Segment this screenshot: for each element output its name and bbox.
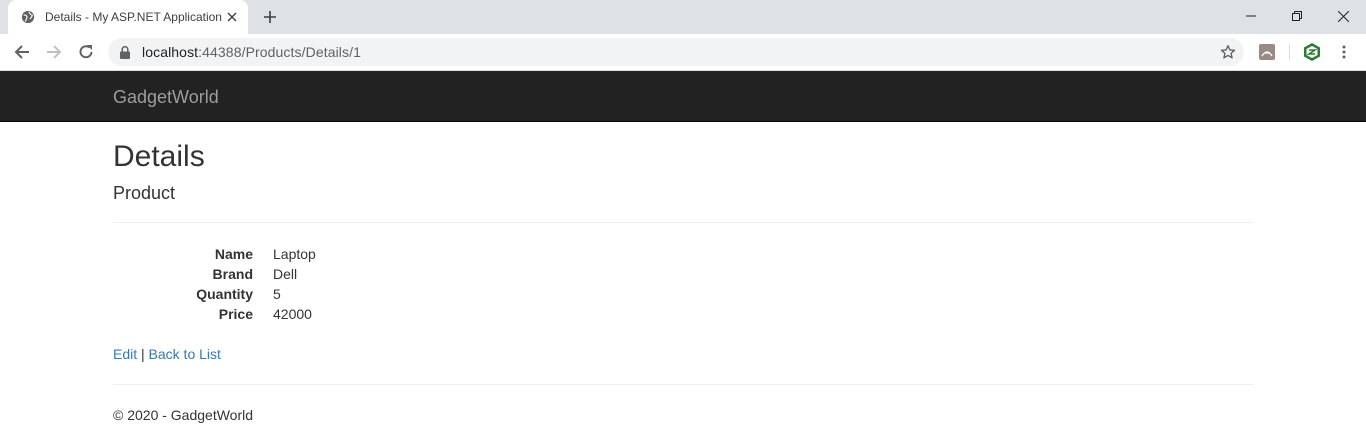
brand-link[interactable]: GadgetWorld	[113, 87, 219, 108]
minimize-icon[interactable]	[1228, 0, 1274, 32]
detail-value: 42000	[273, 306, 312, 322]
reload-icon[interactable]	[70, 36, 102, 68]
page-title: Details	[113, 140, 1253, 174]
more-vert-icon[interactable]	[1332, 40, 1356, 64]
pdf-extension-icon[interactable]	[1255, 40, 1279, 64]
detail-row-brand: Brand Dell	[113, 266, 1253, 286]
browser-toolbar: localhost:44388/Products/Details/1	[0, 34, 1366, 71]
detail-label: Quantity	[196, 286, 253, 302]
lock-icon[interactable]	[120, 45, 134, 59]
site-footer: © 2020 - GadgetWorld	[113, 407, 1253, 423]
detail-label: Price	[218, 306, 253, 322]
toolbar-divider	[1289, 44, 1290, 60]
restore-icon[interactable]	[1274, 0, 1320, 32]
address-bar[interactable]: localhost:44388/Products/Details/1	[108, 38, 1244, 66]
detail-row-quantity: Quantity 5	[113, 286, 1253, 306]
url-host: localhost	[142, 44, 199, 60]
link-separator: |	[141, 346, 145, 362]
window-close-icon[interactable]	[1320, 0, 1366, 32]
forward-arrow-icon[interactable]	[38, 36, 70, 68]
action-links: Edit | Back to List	[113, 346, 1253, 362]
footer-divider	[113, 384, 1253, 385]
url-path: :44388/Products/Details/1	[198, 44, 361, 60]
detail-row-name: Name Laptop	[113, 246, 1253, 266]
content-divider	[113, 222, 1253, 223]
green-extension-icon[interactable]	[1300, 40, 1324, 64]
footer-text: © 2020 - GadgetWorld	[113, 407, 254, 423]
detail-label: Brand	[212, 266, 253, 282]
detail-value: 5	[273, 286, 281, 302]
star-icon[interactable]	[1220, 44, 1236, 60]
back-arrow-icon[interactable]	[6, 36, 38, 68]
close-icon[interactable]	[222, 7, 242, 27]
site-navbar: GadgetWorld	[0, 71, 1366, 122]
edit-link[interactable]: Edit	[113, 346, 137, 362]
detail-label: Name	[214, 246, 253, 262]
detail-row-price: Price 42000	[113, 306, 1253, 326]
tab-title: Details - My ASP.NET Application	[45, 10, 222, 24]
entity-subtitle: Product	[113, 183, 176, 203]
detail-value: Dell	[273, 266, 298, 282]
browser-tabstrip: Details - My ASP.NET Application	[0, 0, 1366, 34]
url-text: localhost:44388/Products/Details/1	[142, 44, 361, 60]
detail-value: Laptop	[273, 246, 316, 262]
details-list: Name Laptop Brand Dell Quantity 5 Price …	[113, 246, 1253, 326]
plus-icon[interactable]	[258, 6, 282, 28]
globe-icon	[20, 9, 36, 25]
back-to-list-link[interactable]: Back to List	[149, 346, 221, 362]
window-controls	[1228, 0, 1366, 34]
details-heading: Details	[113, 140, 205, 173]
browser-tab[interactable]: Details - My ASP.NET Application	[8, 0, 248, 34]
